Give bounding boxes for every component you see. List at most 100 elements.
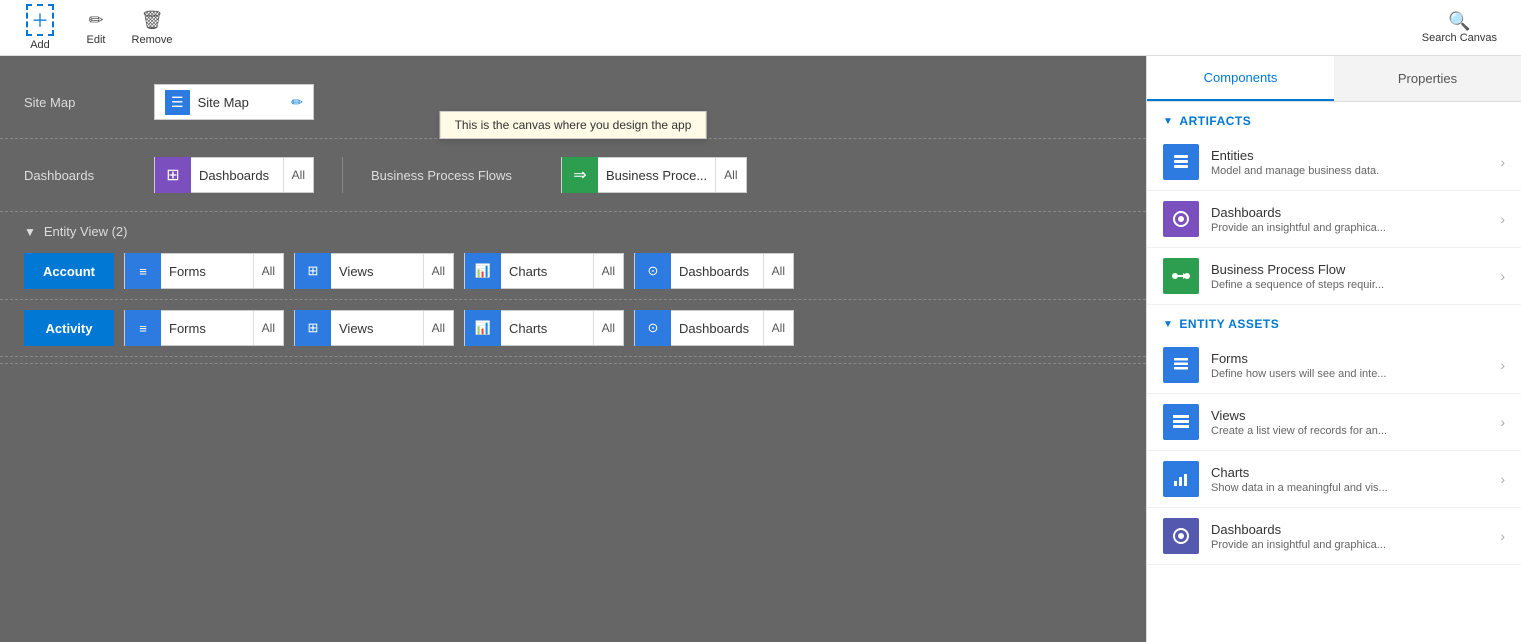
dashboards-card-all[interactable]: All — [283, 158, 313, 192]
sitemap-card[interactable]: ☰ Site Map ✏ — [154, 84, 314, 120]
entity-assets-header: ▼ ENTITY ASSETS — [1147, 305, 1521, 337]
charts-asset-icon — [1163, 461, 1199, 497]
charts-asset-arrow: › — [1500, 471, 1505, 487]
bpf-card[interactable]: ⇒ Business Proce... All — [561, 157, 747, 193]
add-icon: ＋ — [26, 4, 54, 36]
panel-item-bpf-artifact[interactable]: Business Process Flow Define a sequence … — [1147, 248, 1521, 305]
edit-button[interactable]: ✏ Edit — [68, 6, 124, 50]
bpf-card-all[interactable]: All — [715, 158, 745, 192]
panel-item-charts-asset[interactable]: Charts Show data in a meaningful and vis… — [1147, 451, 1521, 508]
activity-forms-icon: ≡ — [125, 310, 161, 346]
activity-charts-icon: 📊 — [465, 310, 501, 346]
search-canvas-label: Search Canvas — [1422, 32, 1497, 44]
panel-item-dashboards-artifact[interactable]: Dashboards Provide an insightful and gra… — [1147, 191, 1521, 248]
panel-item-entities[interactable]: Entities Model and manage business data.… — [1147, 134, 1521, 191]
activity-views-card[interactable]: ⊞ Views All — [294, 310, 454, 346]
add-button[interactable]: ＋ Add — [12, 0, 68, 55]
right-panel: Components Properties ▼ ARTIFACTS Entiti… — [1146, 56, 1521, 642]
forms-asset-icon — [1163, 347, 1199, 383]
activity-dashboards-all[interactable]: All — [763, 311, 793, 345]
search-icon: 🔍 — [1448, 11, 1470, 32]
views-icon: ⊞ — [295, 253, 331, 289]
activity-dashboards-card[interactable]: ⊙ Dashboards All — [634, 310, 794, 346]
activity-charts-card[interactable]: 📊 Charts All — [464, 310, 624, 346]
entity-assets-chevron: ▼ — [1163, 319, 1173, 330]
account-forms-card[interactable]: ≡ Forms All — [124, 253, 284, 289]
artifacts-header: ▼ ARTIFACTS — [1147, 102, 1521, 134]
tab-properties[interactable]: Properties — [1334, 56, 1521, 101]
views-asset-arrow: › — [1500, 414, 1505, 430]
entities-icon — [1163, 144, 1199, 180]
dashboards-card-icon: ⊞ — [155, 157, 191, 193]
bpf-artifact-icon — [1163, 258, 1199, 294]
account-charts-card[interactable]: 📊 Charts All — [464, 253, 624, 289]
account-dashboards-icon: ⊙ — [635, 253, 671, 289]
entity-view-header: ▼ Entity View (2) — [0, 212, 1146, 243]
account-charts-all[interactable]: All — [593, 254, 623, 288]
edit-label: Edit — [87, 34, 106, 46]
remove-icon: 🗑 — [141, 10, 164, 31]
forms-asset-arrow: › — [1500, 357, 1505, 373]
artifacts-chevron: ▼ — [1163, 116, 1173, 127]
forms-asset-text: Forms Define how users will see and inte… — [1211, 351, 1488, 380]
dashboards-asset-text: Dashboards Provide an insightful and gra… — [1211, 522, 1488, 551]
account-views-card[interactable]: ⊞ Views All — [294, 253, 454, 289]
account-button[interactable]: Account — [24, 253, 114, 289]
bpf-section-label: Business Process Flows — [371, 168, 541, 183]
account-dashboards-all[interactable]: All — [763, 254, 793, 288]
sitemap-section: Site Map ☰ Site Map ✏ — [0, 66, 1146, 139]
activity-dashboards-icon: ⊙ — [635, 310, 671, 346]
canvas: This is the canvas where you design the … — [0, 56, 1146, 642]
dashboards-bpf-section: Dashboards ⊞ Dashboards All Business Pro… — [0, 139, 1146, 212]
entity-view-label: Entity View (2) — [44, 224, 128, 239]
edit-icon: ✏ — [88, 10, 103, 31]
activity-views-all[interactable]: All — [423, 311, 453, 345]
dashboards-artifact-arrow: › — [1500, 211, 1505, 227]
bpf-artifact-arrow: › — [1500, 268, 1505, 284]
dashboards-asset-arrow: › — [1500, 528, 1505, 544]
entities-arrow: › — [1500, 154, 1505, 170]
entities-text: Entities Model and manage business data. — [1211, 148, 1488, 177]
expand-icon[interactable]: ▼ — [24, 225, 36, 239]
dashboards-card-name: Dashboards — [191, 168, 283, 183]
entity-row-account: Account ≡ Forms All ⊞ Views All 📊 Charts… — [0, 243, 1146, 300]
main-area: This is the canvas where you design the … — [0, 56, 1521, 642]
section-separator — [342, 157, 343, 193]
sitemap-edit-icon[interactable]: ✏ — [291, 94, 303, 111]
activity-button[interactable]: Activity — [24, 310, 114, 346]
canvas-bottom-line — [0, 363, 1146, 364]
account-forms-all[interactable]: All — [253, 254, 283, 288]
activity-forms-all[interactable]: All — [253, 311, 283, 345]
tab-components[interactable]: Components — [1147, 56, 1334, 101]
views-asset-icon — [1163, 404, 1199, 440]
remove-button[interactable]: 🗑 Remove — [124, 6, 180, 50]
sitemap-icon: ☰ — [165, 90, 190, 115]
panel-item-views-asset[interactable]: Views Create a list view of records for … — [1147, 394, 1521, 451]
add-label: Add — [30, 39, 50, 51]
entity-row-activity: Activity ≡ Forms All ⊞ Views All 📊 Chart… — [0, 300, 1146, 357]
dashboards-card[interactable]: ⊞ Dashboards All — [154, 157, 314, 193]
canvas-padding — [0, 370, 1146, 430]
views-asset-text: Views Create a list view of records for … — [1211, 408, 1488, 437]
sitemap-section-label: Site Map — [24, 95, 134, 110]
bpf-card-icon: ⇒ — [562, 157, 598, 193]
sitemap-name: Site Map — [198, 95, 284, 110]
activity-views-icon: ⊞ — [295, 310, 331, 346]
bpf-artifact-text: Business Process Flow Define a sequence … — [1211, 262, 1488, 291]
account-dashboards-card[interactable]: ⊙ Dashboards All — [634, 253, 794, 289]
panel-item-forms-asset[interactable]: Forms Define how users will see and inte… — [1147, 337, 1521, 394]
search-canvas-button[interactable]: 🔍 Search Canvas — [1410, 7, 1509, 48]
forms-icon: ≡ — [125, 253, 161, 289]
activity-forms-card[interactable]: ≡ Forms All — [124, 310, 284, 346]
dashboards-artifact-icon — [1163, 201, 1199, 237]
toolbar: ＋ Add ✏ Edit 🗑 Remove 🔍 Search Canvas — [0, 0, 1521, 56]
panel-tabs: Components Properties — [1147, 56, 1521, 102]
panel-item-dashboards-asset[interactable]: Dashboards Provide an insightful and gra… — [1147, 508, 1521, 565]
bpf-card-name: Business Proce... — [598, 168, 715, 183]
dashboards-section-label: Dashboards — [24, 168, 134, 183]
charts-icon: 📊 — [465, 253, 501, 289]
activity-charts-all[interactable]: All — [593, 311, 623, 345]
account-views-all[interactable]: All — [423, 254, 453, 288]
remove-label: Remove — [132, 34, 173, 46]
dashboards-artifact-text: Dashboards Provide an insightful and gra… — [1211, 205, 1488, 234]
